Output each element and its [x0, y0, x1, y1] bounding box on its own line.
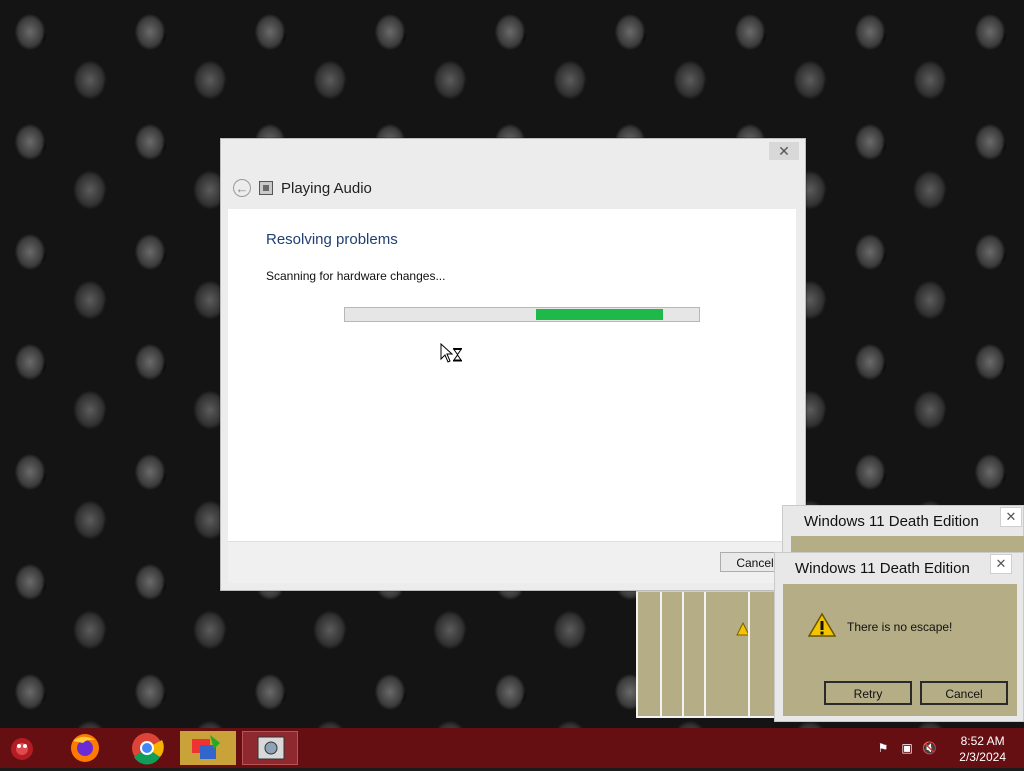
error-dialog-front: Windows 11 Death Edition ✕ There is no e… — [774, 552, 1024, 722]
dialog-title: Windows 11 Death Edition — [804, 513, 979, 530]
back-arrow-icon[interactable]: ← — [233, 179, 251, 197]
chrome-icon[interactable] — [119, 731, 175, 765]
retry-button[interactable]: Retry — [824, 681, 912, 705]
troubleshooter-window: ✕ ← Playing Audio Resolving problems Sca… — [220, 138, 806, 591]
warning-icon — [807, 612, 837, 637]
dialog-title: Windows 11 Death Edition — [795, 560, 970, 577]
progress-fill — [536, 309, 664, 320]
close-button[interactable]: ✕ — [769, 142, 799, 160]
stacked-dialog — [704, 590, 752, 718]
dialog-body: There is no escape! Retry Cancel — [783, 584, 1017, 716]
paint-icon[interactable] — [180, 731, 236, 765]
system-clock[interactable]: 8:52 AM 2/3/2024 — [959, 733, 1006, 765]
window-footer: Cancel — [228, 541, 796, 583]
status-text: Scanning for hardware changes... — [266, 269, 446, 283]
flag-icon[interactable]: ⚑ — [876, 741, 890, 755]
clock-time: 8:52 AM — [960, 734, 1005, 748]
troubleshooter-icon[interactable] — [242, 731, 298, 765]
window-header: ← Playing Audio — [233, 177, 372, 199]
start-orb-icon[interactable] — [0, 731, 56, 765]
cancel-button[interactable]: Cancel — [920, 681, 1008, 705]
firefox-icon[interactable] — [57, 731, 113, 765]
progress-bar — [344, 307, 700, 322]
clock-date: 2/3/2024 — [959, 750, 1006, 764]
dialog-message: There is no escape! — [847, 620, 953, 634]
page-heading: Resolving problems — [266, 231, 398, 248]
close-icon[interactable]: ✕ — [1000, 507, 1022, 527]
taskbar: ⚑ ▣ 🔇 8:52 AM 2/3/2024 — [0, 728, 1024, 768]
close-icon[interactable]: ✕ — [990, 554, 1012, 574]
window-title: Playing Audio — [281, 179, 372, 197]
audio-troubleshooter-icon — [259, 181, 273, 195]
network-icon[interactable]: ▣ — [900, 741, 914, 755]
volume-muted-icon[interactable]: 🔇 — [922, 741, 937, 755]
busy-cursor-icon — [440, 343, 462, 363]
content-panel: Resolving problems Scanning for hardware… — [228, 209, 796, 541]
